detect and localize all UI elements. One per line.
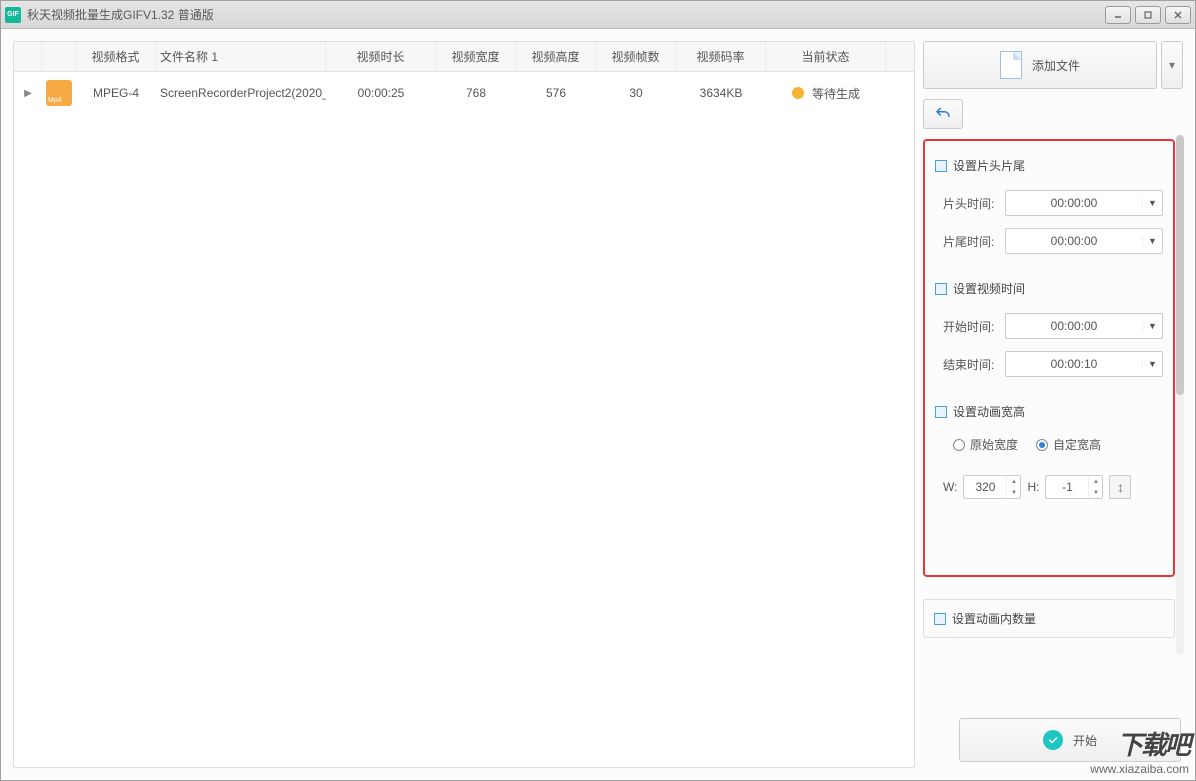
width-label: W: <box>943 480 957 494</box>
add-file-label: 添加文件 <box>1032 57 1080 74</box>
cell-height: 576 <box>516 86 596 100</box>
width-spinner[interactable]: 320▲▼ <box>963 475 1021 499</box>
status-dot-icon <box>792 87 804 99</box>
mp4-icon <box>46 80 72 106</box>
header-name[interactable]: 文件名称 1 <box>156 42 326 71</box>
cell-width: 768 <box>436 86 516 100</box>
intro-start-select[interactable]: 00:00:00▼ <box>1005 190 1163 216</box>
radio-custom-size[interactable]: 自定宽高 <box>1036 436 1101 453</box>
titlebar: GIF 秋天视频批量生成GIFV1.32 普通版 <box>1 1 1195 29</box>
size-section-title: 设置动画宽高 <box>953 403 1025 420</box>
size-section-icon <box>935 406 947 418</box>
watermark: 下载吧 www.xiazaiba.com <box>1090 725 1189 776</box>
start-icon <box>1043 730 1063 750</box>
chevron-down-icon: ▼ <box>1142 321 1162 331</box>
minimize-button[interactable] <box>1105 6 1131 24</box>
header-fps[interactable]: 视频帧数 <box>596 42 676 71</box>
time-section-icon <box>935 283 947 295</box>
frames-section-title: 设置动画内数量 <box>952 610 1036 627</box>
chevron-down-icon: ▼ <box>1142 236 1162 246</box>
intro-start-label: 片头时间: <box>943 195 1005 212</box>
intro-end-label: 片尾时间: <box>943 233 1005 250</box>
window-title: 秋天视频批量生成GIFV1.32 普通版 <box>27 6 1101 23</box>
header-height[interactable]: 视频高度 <box>516 42 596 71</box>
height-spinner[interactable]: -1▲▼ <box>1045 475 1103 499</box>
time-section-title: 设置视频时间 <box>953 280 1025 297</box>
time-end-label: 结束时间: <box>943 356 1005 373</box>
file-icon <box>1000 51 1022 79</box>
cell-status: 等待生成 <box>766 85 886 102</box>
close-button[interactable] <box>1165 6 1191 24</box>
undo-button[interactable] <box>923 99 963 129</box>
intro-section-icon <box>935 160 947 172</box>
status-text: 等待生成 <box>812 85 860 102</box>
chevron-down-icon: ▼ <box>1142 359 1162 369</box>
add-file-button[interactable]: 添加文件 <box>923 41 1157 89</box>
settings-scrollbar[interactable] <box>1176 135 1184 655</box>
ratio-lock-button[interactable]: ↕ <box>1109 475 1131 499</box>
cell-format: MPEG-4 <box>76 86 156 100</box>
cell-bitrate: 3634KB <box>676 86 766 100</box>
time-start-select[interactable]: 00:00:00▼ <box>1005 313 1163 339</box>
settings-panel: 添加文件 ▾ 设置片头片尾 片头时间: 00:00:00▼ <box>923 41 1183 768</box>
app-icon: GIF <box>5 7 21 23</box>
cell-fps: 30 <box>596 86 676 100</box>
header-duration[interactable]: 视频时长 <box>326 42 436 71</box>
grid-header: 视频格式 文件名称 1 视频时长 视频宽度 视频高度 视频帧数 视频码率 当前状… <box>14 42 914 72</box>
time-start-label: 开始时间: <box>943 318 1005 335</box>
cell-duration: 00:00:25 <box>326 86 436 100</box>
header-bitrate[interactable]: 视频码率 <box>676 42 766 71</box>
time-end-select[interactable]: 00:00:10▼ <box>1005 351 1163 377</box>
height-label: H: <box>1027 480 1039 494</box>
add-file-dropdown[interactable]: ▾ <box>1161 41 1183 89</box>
table-row[interactable]: ▶ MPEG-4 ScreenRecorderProject2(2020_...… <box>14 72 914 114</box>
intro-section-title: 设置片头片尾 <box>953 157 1025 174</box>
intro-end-select[interactable]: 00:00:00▼ <box>1005 228 1163 254</box>
radio-original-width[interactable]: 原始宽度 <box>953 436 1018 453</box>
frame-count-section: 设置动画内数量 <box>923 599 1175 638</box>
header-format[interactable]: 视频格式 <box>76 42 156 71</box>
app-window: GIF 秋天视频批量生成GIFV1.32 普通版 视频格式 文件名称 1 视频时… <box>0 0 1196 781</box>
chevron-down-icon: ▼ <box>1142 198 1162 208</box>
header-status[interactable]: 当前状态 <box>766 42 886 71</box>
maximize-button[interactable] <box>1135 6 1161 24</box>
cell-name: ScreenRecorderProject2(2020_... <box>156 86 326 100</box>
row-indicator-icon: ▶ <box>24 88 32 99</box>
file-grid: 视频格式 文件名称 1 视频时长 视频宽度 视频高度 视频帧数 视频码率 当前状… <box>13 41 915 768</box>
header-width[interactable]: 视频宽度 <box>436 42 516 71</box>
highlighted-settings: 设置片头片尾 片头时间: 00:00:00▼ 片尾时间: 00:00:00▼ 设… <box>923 139 1175 577</box>
frames-section-icon <box>934 613 946 625</box>
